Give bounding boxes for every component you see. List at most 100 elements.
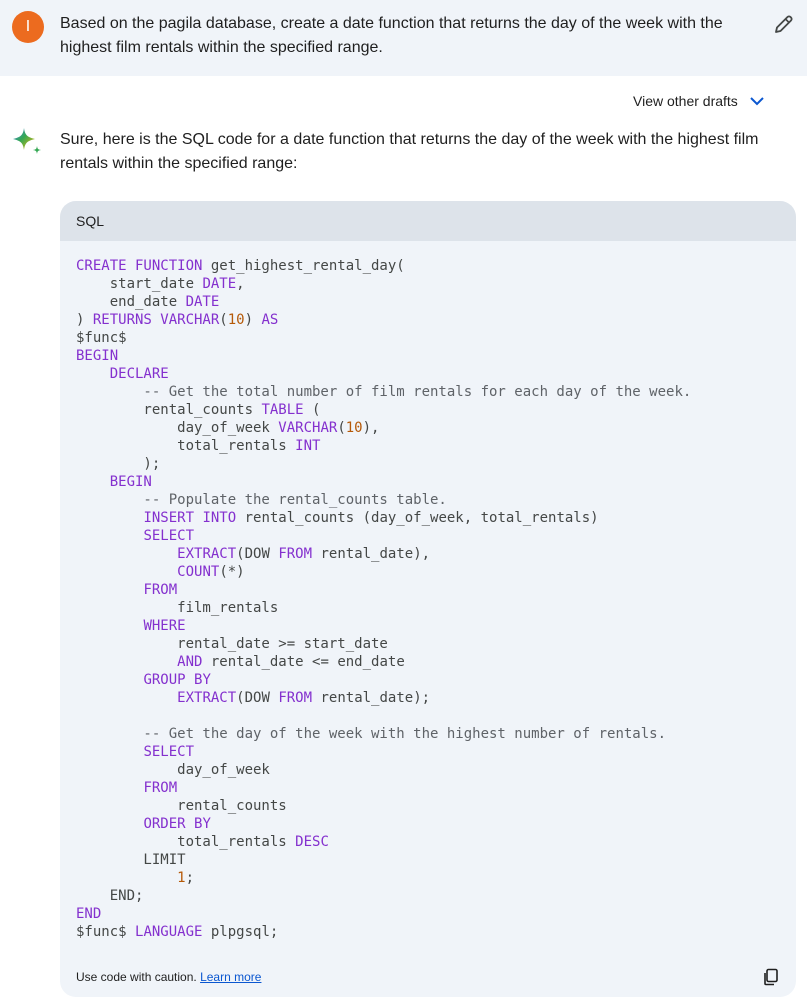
code-block: SQL CREATE FUNCTION get_highest_rental_d… bbox=[60, 201, 796, 997]
code-token: ORDER BY bbox=[143, 816, 211, 832]
code-content[interactable]: CREATE FUNCTION get_highest_rental_day( … bbox=[60, 241, 796, 957]
user-prompt-text: Based on the pagila database, create a d… bbox=[60, 15, 723, 56]
code-line: total_rentals DESC bbox=[76, 833, 780, 851]
code-token: ( bbox=[219, 312, 228, 328]
code-token: (*) bbox=[219, 564, 245, 580]
response-intro-text: Sure, here is the SQL code for a date fu… bbox=[60, 131, 759, 172]
code-line: EXTRACT(DOW FROM rental_date), bbox=[76, 545, 780, 563]
code-line: ) RETURNS VARCHAR(10) AS bbox=[76, 311, 780, 329]
code-token: SELECT bbox=[143, 528, 195, 544]
code-token: FROM bbox=[143, 582, 178, 598]
code-token: rental_date); bbox=[312, 690, 431, 706]
code-token: DESC bbox=[295, 834, 329, 850]
user-prompt-bar: I Based on the pagila database, create a… bbox=[0, 0, 807, 76]
code-token: ) bbox=[76, 312, 93, 328]
code-token: LIMIT bbox=[76, 852, 186, 868]
code-token: FROM bbox=[278, 546, 313, 562]
code-token: EXTRACT bbox=[177, 690, 237, 706]
code-line: WHERE bbox=[76, 617, 780, 635]
code-token: , bbox=[236, 276, 245, 292]
pencil-icon[interactable] bbox=[772, 12, 796, 36]
caution-text: Use code with caution. bbox=[76, 970, 197, 984]
code-token: -- Get the day of the week with the high… bbox=[76, 726, 667, 742]
code-line: total_rentals INT bbox=[76, 437, 780, 455]
code-line: FROM bbox=[76, 779, 780, 797]
code-token: rental_counts bbox=[76, 798, 287, 814]
code-token: BEGIN bbox=[109, 474, 152, 490]
code-token: VARCHAR bbox=[278, 420, 338, 436]
code-token: rental_date), bbox=[312, 546, 431, 562]
code-line: EXTRACT(DOW FROM rental_date); bbox=[76, 689, 780, 707]
code-token: DATE bbox=[185, 294, 220, 310]
code-token: ) bbox=[244, 312, 262, 328]
code-caution-note: Use code with caution. Learn more bbox=[76, 957, 261, 997]
code-token: RETURNS VARCHAR bbox=[92, 312, 220, 328]
code-token: AND bbox=[177, 654, 203, 670]
code-token: FROM bbox=[143, 780, 178, 796]
code-token: total_rentals bbox=[76, 834, 296, 850]
code-line: COUNT(*) bbox=[76, 563, 780, 581]
code-token: END bbox=[76, 906, 102, 922]
code-token: $func$ bbox=[76, 924, 136, 940]
code-line: DECLARE bbox=[76, 365, 780, 383]
view-other-drafts-label: View other drafts bbox=[633, 93, 738, 109]
code-token: rental_counts bbox=[76, 402, 262, 418]
code-token: end_date bbox=[76, 294, 186, 310]
code-token: total_rentals bbox=[76, 438, 296, 454]
code-line: ); bbox=[76, 455, 780, 473]
code-token: ; bbox=[185, 870, 195, 886]
code-line: LIMIT bbox=[76, 851, 780, 869]
view-other-drafts-button[interactable]: View other drafts bbox=[633, 90, 764, 112]
code-line: -- Populate the rental_counts table. bbox=[76, 491, 780, 509]
code-token: rental_date >= start_date bbox=[76, 636, 388, 652]
code-token: rental_date <= end_date bbox=[202, 654, 405, 670]
code-token: SELECT bbox=[143, 744, 195, 760]
code-line: -- Get the day of the week with the high… bbox=[76, 725, 780, 743]
code-line: END bbox=[76, 905, 780, 923]
code-line: BEGIN bbox=[76, 347, 780, 365]
code-line: INSERT INTO rental_counts (day_of_week, … bbox=[76, 509, 780, 527]
code-line: rental_date >= start_date bbox=[76, 635, 780, 653]
code-line: AND rental_date <= end_date bbox=[76, 653, 780, 671]
code-line: $func$ LANGUAGE plpgsql; bbox=[76, 923, 780, 941]
code-line: SELECT bbox=[76, 527, 780, 545]
copy-icon[interactable] bbox=[762, 968, 780, 986]
code-line: $func$ bbox=[76, 329, 780, 347]
code-line: end_date DATE bbox=[76, 293, 780, 311]
code-token: 10 bbox=[345, 420, 363, 436]
code-token: INSERT INTO bbox=[143, 510, 237, 526]
code-token: BEGIN bbox=[76, 348, 119, 364]
code-token: ); bbox=[76, 456, 161, 472]
code-token: get_highest_rental_day( bbox=[210, 258, 405, 274]
code-token: DECLARE bbox=[109, 366, 169, 382]
code-token: day_of_week bbox=[76, 420, 279, 436]
code-token: END; bbox=[76, 888, 144, 904]
code-token: start_date bbox=[76, 276, 203, 292]
code-token: EXTRACT bbox=[177, 546, 237, 562]
code-line: SELECT bbox=[76, 743, 780, 761]
code-line: ORDER BY bbox=[76, 815, 780, 833]
code-token: film_rentals bbox=[76, 600, 279, 616]
code-token: INT bbox=[295, 438, 321, 454]
code-line: BEGIN bbox=[76, 473, 780, 491]
code-token: ( bbox=[337, 420, 346, 436]
code-token: CREATE FUNCTION bbox=[76, 258, 211, 274]
code-line: CREATE FUNCTION get_highest_rental_day( bbox=[76, 257, 780, 275]
code-line: END; bbox=[76, 887, 780, 905]
code-token: GROUP BY bbox=[143, 672, 211, 688]
user-avatar: I bbox=[12, 11, 44, 43]
code-footer: Use code with caution. Learn more bbox=[60, 957, 796, 997]
code-line: rental_counts bbox=[76, 797, 780, 815]
learn-more-link[interactable]: Learn more bbox=[200, 970, 261, 984]
